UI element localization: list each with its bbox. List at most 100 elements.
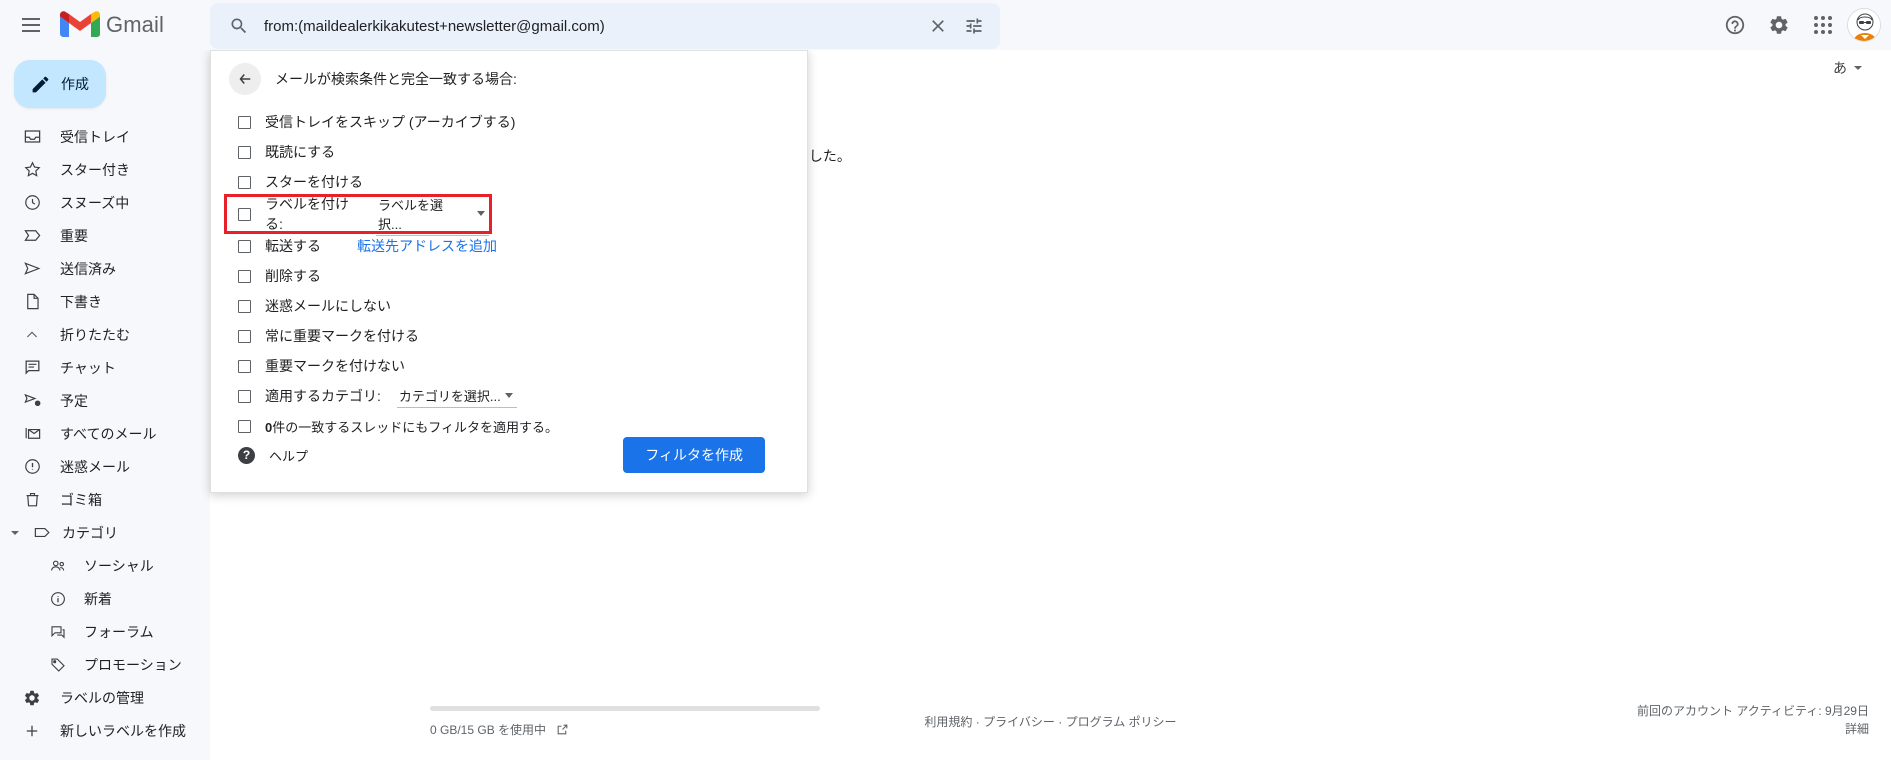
checkbox-forward[interactable]	[238, 239, 251, 253]
help-link[interactable]: ? ヘルプ	[238, 446, 308, 465]
sidebar-item-label: 送信済み	[60, 260, 116, 277]
label-select-dropdown[interactable]: ラベルを選択...	[375, 193, 489, 236]
sidebar-item-label: 折りたたむ	[60, 326, 130, 343]
help-icon: ?	[238, 446, 255, 464]
program-policies-link[interactable]: プログラム ポリシー	[1066, 715, 1177, 729]
back-button[interactable]	[229, 63, 261, 95]
forum-icon	[48, 622, 68, 642]
label-select-value: ラベルを選択...	[377, 197, 443, 232]
account-avatar[interactable]	[1847, 8, 1881, 42]
activity-details-link[interactable]: 詳細	[1637, 720, 1869, 738]
option-label: ラベルを付ける:	[265, 196, 349, 232]
sidebar-item-spam[interactable]: 迷惑メール	[0, 450, 200, 483]
create-filter-button[interactable]: フィルタを作成	[623, 437, 765, 473]
info-icon	[48, 589, 68, 609]
last-activity-label: 前回のアカウント アクティビティ: 9月29日	[1637, 704, 1869, 718]
option-label: 重要マークを付けない	[265, 358, 405, 374]
sidebar-item-label: 迷惑メール	[60, 458, 130, 475]
sidebar-item-label: スヌーズ中	[60, 194, 130, 211]
option-row-mark-read[interactable]: 既読にする	[229, 137, 807, 167]
sidebar-item-categories[interactable]: カテゴリ	[0, 516, 200, 549]
pencil-icon	[30, 74, 51, 95]
all-mail-icon	[22, 424, 42, 444]
checkbox-never-important[interactable]	[238, 359, 251, 373]
option-row-always-important[interactable]: 常に重要マークを付ける	[229, 321, 807, 351]
checkbox-never-spam[interactable]	[238, 299, 251, 313]
sidebar-item-all-mail[interactable]: すべてのメール	[0, 417, 200, 450]
sidebar-item-important[interactable]: 重要	[0, 219, 200, 252]
checkbox-star-it[interactable]	[238, 175, 251, 189]
people-icon	[48, 556, 68, 576]
checkbox-delete-it[interactable]	[238, 269, 251, 283]
sidebar-item-promotions[interactable]: プロモーション	[0, 648, 200, 681]
sidebar-item-forums[interactable]: フォーラム	[0, 615, 200, 648]
search-box[interactable]	[210, 3, 1000, 49]
dialog-header: メールが検索条件と完全一致する場合:	[211, 51, 807, 99]
plus-icon	[22, 721, 42, 741]
checkbox-mark-read[interactable]	[238, 145, 251, 159]
checkbox-apply-label[interactable]	[238, 207, 251, 221]
sidebar-item-manage-labels[interactable]: ラベルの管理	[0, 681, 200, 714]
terms-link[interactable]: 利用規約	[924, 715, 972, 729]
option-row-skip-inbox[interactable]: 受信トレイをスキップ (アーカイブする)	[229, 107, 807, 137]
apps-grid-icon[interactable]	[1803, 5, 1843, 45]
option-label: 転送する	[265, 238, 321, 254]
help-circle-icon[interactable]	[1715, 5, 1755, 45]
caret-down-icon	[8, 528, 22, 538]
checkbox-always-important[interactable]	[238, 329, 251, 343]
sidebar-item-chat[interactable]: チャット	[0, 351, 200, 384]
open-in-new-icon[interactable]	[556, 723, 569, 736]
caret-down-icon	[1853, 63, 1863, 73]
language-label: あ	[1833, 60, 1847, 76]
clear-search-button[interactable]	[920, 8, 956, 44]
option-row-apply-label[interactable]: ラベルを付ける: ラベルを選択...	[224, 194, 492, 236]
sidebar-item-social[interactable]: ソーシャル	[0, 549, 200, 582]
language-selector[interactable]: あ	[1833, 58, 1863, 78]
settings-gear-icon[interactable]	[1759, 5, 1799, 45]
storage-progress-bar	[430, 706, 820, 711]
sidebar-item-snoozed[interactable]: スヌーズ中	[0, 186, 200, 219]
checkbox-skip-inbox[interactable]	[238, 115, 251, 129]
scheduled-icon	[22, 391, 42, 411]
search-options-button[interactable]	[956, 8, 992, 44]
option-row-delete-it[interactable]: 削除する	[229, 261, 807, 291]
option-row-never-spam[interactable]: 迷惑メールにしない	[229, 291, 807, 321]
option-row-never-important[interactable]: 重要マークを付けない	[229, 351, 807, 381]
sidebar-item-updates[interactable]: 新着	[0, 582, 200, 615]
main-menu-button[interactable]	[8, 2, 54, 48]
dialog-title: メールが検索条件と完全一致する場合:	[275, 71, 517, 87]
sidebar-item-create-label[interactable]: 新しいラベルを作成	[0, 714, 200, 747]
search-icon[interactable]	[222, 9, 256, 43]
sidebar-item-collapse[interactable]: 折りたたむ	[0, 318, 200, 351]
option-row-categorize[interactable]: 適用するカテゴリ: カテゴリを選択...	[229, 381, 807, 411]
checkbox-categorize[interactable]	[238, 389, 251, 403]
sidebar-item-trash[interactable]: ゴミ箱	[0, 483, 200, 516]
sidebar-item-inbox[interactable]: 受信トレイ	[0, 120, 200, 153]
sidebar-item-scheduled[interactable]: 予定	[0, 384, 200, 417]
sidebar-item-label: プロモーション	[84, 656, 182, 673]
gmail-logo-link[interactable]: Gmail	[60, 10, 164, 40]
gear-icon	[22, 688, 42, 708]
option-label: スターを付ける	[265, 174, 363, 190]
sidebar-item-drafts[interactable]: 下書き	[0, 285, 200, 318]
sidebar-item-label: スター付き	[60, 161, 130, 178]
sidebar-item-sent[interactable]: 送信済み	[0, 252, 200, 285]
privacy-link[interactable]: プライバシー	[983, 715, 1055, 729]
star-icon	[22, 160, 42, 180]
compose-button[interactable]: 作成	[14, 60, 106, 108]
option-label: 既読にする	[265, 144, 336, 160]
compose-label: 作成	[61, 76, 89, 92]
option-row-star-it[interactable]: スターを付ける	[229, 167, 807, 197]
sidebar: 作成 受信トレイ スター付き スヌーズ中 重要 送信済み 下書き 折りたたむ チ…	[0, 50, 210, 760]
option-row-forward[interactable]: 転送する 転送先アドレスを追加	[229, 231, 807, 261]
sidebar-item-label: チャット	[60, 359, 116, 376]
category-select-dropdown[interactable]: カテゴリを選択...	[396, 384, 517, 408]
search-input[interactable]	[256, 17, 920, 35]
spam-icon	[22, 457, 42, 477]
sidebar-item-starred[interactable]: スター付き	[0, 153, 200, 186]
option-label: 適用するカテゴリ:	[265, 388, 381, 404]
send-icon	[22, 259, 42, 279]
storage-label: 0 GB/15 GB を使用中	[430, 723, 547, 737]
sidebar-item-label: ラベルの管理	[60, 689, 144, 706]
add-forwarding-address-link[interactable]: 転送先アドレスを追加	[357, 236, 497, 256]
